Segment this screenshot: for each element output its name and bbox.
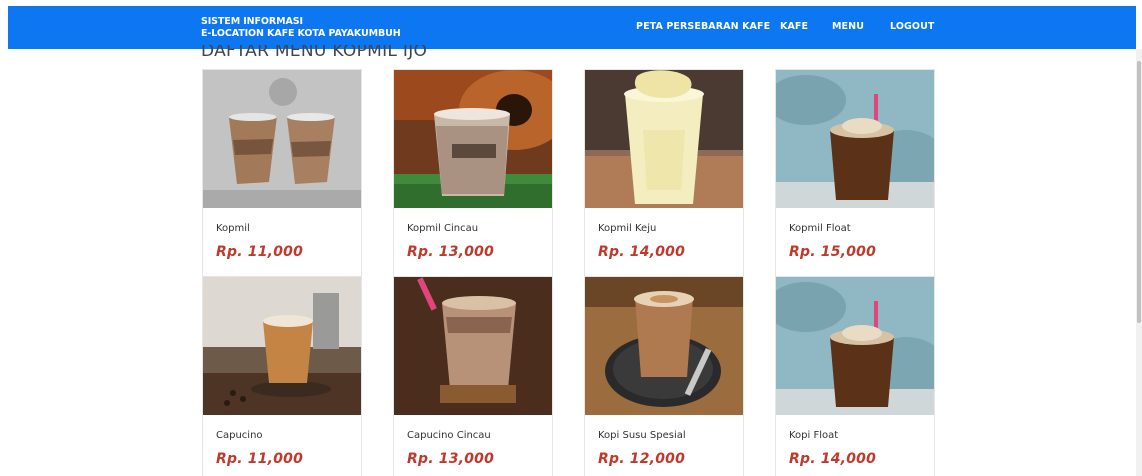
coffee-float-image: [776, 70, 934, 208]
menu-photo-kopi-susu-spesial: [585, 277, 743, 415]
page-title-text: DAFTAR MENU KOPMIL IJO: [201, 45, 428, 61]
menu-name: Kopmil Cincau: [407, 223, 479, 234]
menu-photo-kopmil-keju: [585, 70, 743, 208]
menu-photo-kopmil-float: [776, 70, 934, 208]
page-scrollbar[interactable]: [1136, 49, 1142, 476]
coffee-with-guitar-image: [394, 70, 552, 208]
menu-card-kopmil-keju[interactable]: Kopmil Keju Rp. 14,000: [584, 69, 744, 277]
menu-price: Rp. 14,000: [598, 244, 686, 260]
kopi-float-image: [776, 277, 934, 415]
menu-name: Kopmil: [216, 223, 250, 234]
menu-name: Capucino Cincau: [407, 430, 491, 441]
capucino-image: [203, 277, 361, 415]
menu-name: Kopi Float: [789, 430, 839, 441]
menu-card-kopi-susu-spesial[interactable]: Kopi Susu Spesial Rp. 12,000: [584, 276, 744, 476]
capucino-cincau-image: [394, 277, 552, 415]
menu-name: Capucino: [216, 430, 263, 441]
latte-image: [585, 277, 743, 415]
menu-photo-capucino: [203, 277, 361, 415]
menu-card-kopmil-float[interactable]: Kopmil Float Rp. 15,000: [775, 69, 935, 277]
cheese-drink-image: [585, 70, 743, 208]
scrollbar-thumb[interactable]: [1137, 61, 1141, 323]
menu-price: Rp. 12,000: [598, 451, 686, 467]
menu-photo-kopmil: [203, 70, 361, 208]
menu-card-capucino-cincau[interactable]: Capucino Cincau Rp. 13,000: [393, 276, 553, 476]
menu-price: Rp. 13,000: [407, 451, 495, 467]
menu-photo-kopmil-cincau: [394, 70, 552, 208]
menu-card-kopmil[interactable]: Kopmil Rp. 11,000: [202, 69, 362, 277]
menu-card-kopmil-cincau[interactable]: Kopmil Cincau Rp. 13,000: [393, 69, 553, 277]
nav-logout[interactable]: LOGOUT: [890, 21, 934, 32]
menu-price: Rp. 13,000: [407, 244, 495, 260]
menu-card-capucino[interactable]: Capucino Rp. 11,000: [202, 276, 362, 476]
menu-name: Kopmil Keju: [598, 223, 657, 234]
nav-kafe[interactable]: KAFE: [780, 21, 808, 32]
iced-coffee-cups-image: [203, 70, 361, 208]
menu-photo-kopi-float: [776, 277, 934, 415]
menu-card-kopi-float[interactable]: Kopi Float Rp. 14,000: [775, 276, 935, 476]
main-nav: PETA PERSEBARAN KAFE KAFE MENU LOGOUT: [8, 21, 1136, 35]
menu-name: Kopmil Float: [789, 223, 851, 234]
menu-name: Kopi Susu Spesial: [598, 430, 686, 441]
nav-peta-persebaran-kafe[interactable]: PETA PERSEBARAN KAFE: [636, 21, 770, 32]
menu-price: Rp. 11,000: [216, 451, 304, 467]
nav-menu[interactable]: MENU: [832, 21, 864, 32]
top-navbar: SISTEM INFORMASI E-LOCATION KAFE KOTA PA…: [8, 6, 1136, 49]
menu-price: Rp. 14,000: [789, 451, 877, 467]
page-title: DAFTAR MENU KOPMIL IJO: [201, 45, 427, 61]
menu-price: Rp. 11,000: [216, 244, 304, 260]
menu-photo-capucino-cincau: [394, 277, 552, 415]
menu-price: Rp. 15,000: [789, 244, 877, 260]
